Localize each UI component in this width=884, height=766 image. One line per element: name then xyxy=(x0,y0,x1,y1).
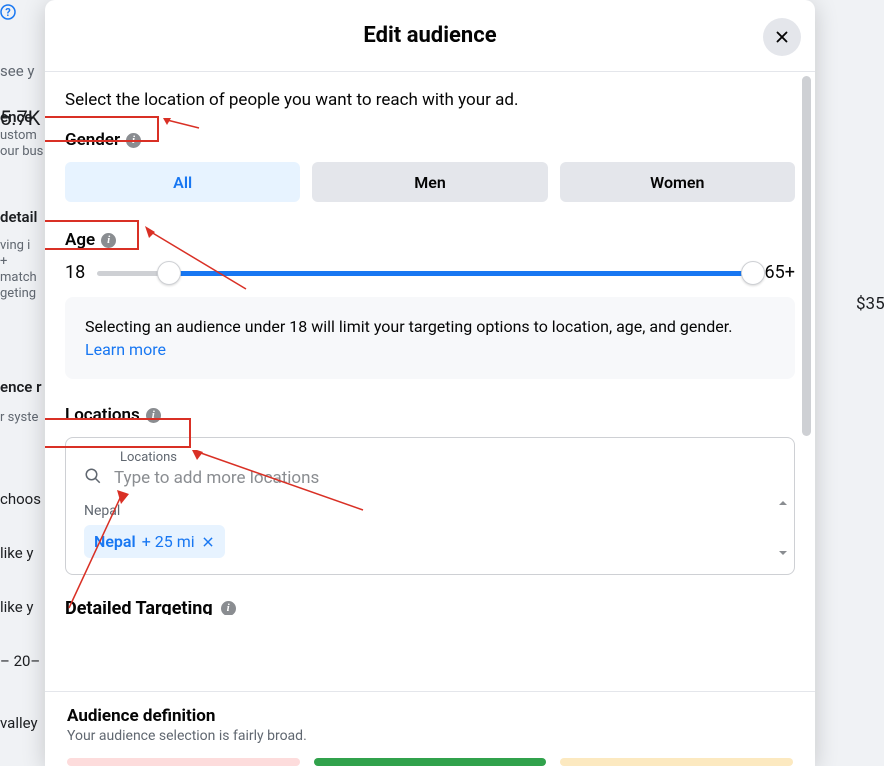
age-label-row: Age i xyxy=(65,230,795,250)
bg-text: choos xyxy=(0,490,41,508)
learn-more-link[interactable]: Learn more xyxy=(85,340,166,359)
close-icon xyxy=(773,28,791,46)
footer-title: Audience definition xyxy=(67,706,793,726)
locations-label-row: Locations i xyxy=(65,405,795,425)
bg-text: + xyxy=(0,254,7,269)
chip-name: Nepal xyxy=(94,532,136,551)
gender-options: All Men Women xyxy=(65,162,795,202)
search-icon xyxy=(84,467,102,489)
help-icon: ? xyxy=(0,4,16,20)
country-label: Nepal xyxy=(84,503,776,519)
bg-text: match xyxy=(0,270,37,285)
locations-mini-scrollbar[interactable] xyxy=(778,498,788,558)
svg-text:?: ? xyxy=(5,6,11,19)
locations-input[interactable] xyxy=(112,467,776,489)
bg-text: our bus xyxy=(0,144,43,159)
locations-box: Locations Nepal Nepal + 25 mi xyxy=(65,437,795,575)
age-label: Age xyxy=(65,230,95,250)
bg-text: r syste xyxy=(0,410,38,425)
info-icon[interactable]: i xyxy=(146,408,161,423)
info-icon[interactable]: i xyxy=(221,601,236,615)
slider-fill xyxy=(169,271,752,276)
age-slider[interactable] xyxy=(97,263,752,283)
slider-handle-max[interactable] xyxy=(741,261,765,285)
locations-field-label: Locations xyxy=(120,450,776,465)
modal-title: Edit audience xyxy=(363,23,496,48)
bg-text: geting xyxy=(0,286,36,301)
age-slider-row: 18 65+ xyxy=(65,262,795,283)
close-button[interactable] xyxy=(763,18,801,56)
detailed-targeting-row: Detailed Targeting i xyxy=(65,601,795,615)
bg-text: ving i xyxy=(0,238,30,253)
age-note-text: Selecting an audience under 18 will limi… xyxy=(85,317,732,336)
gender-men-button[interactable]: Men xyxy=(312,162,547,202)
edit-audience-modal: Edit audience Select the location of peo… xyxy=(45,0,815,766)
locations-label: Locations xyxy=(65,405,140,425)
bg-text: see y xyxy=(0,62,34,80)
info-icon[interactable]: i xyxy=(126,133,141,148)
location-chip[interactable]: Nepal + 25 mi xyxy=(84,525,225,558)
bg-text: valley xyxy=(0,714,38,732)
intro-text: Select the location of people you want t… xyxy=(65,90,795,110)
modal-header: Edit audience xyxy=(45,0,815,72)
gender-label: Gender xyxy=(65,130,120,150)
gender-all-button[interactable]: All xyxy=(65,162,300,202)
age-note-box: Selecting an audience under 18 will limi… xyxy=(65,297,795,379)
bg-text: detail xyxy=(0,208,37,226)
audience-meter xyxy=(67,758,793,766)
bg-price: $35 xyxy=(856,294,884,314)
chip-remove-icon[interactable] xyxy=(201,535,215,549)
scrollbar[interactable] xyxy=(802,76,811,436)
locations-input-row xyxy=(84,467,776,489)
slider-handle-min[interactable] xyxy=(157,261,181,285)
modal-body: Select the location of people you want t… xyxy=(45,72,815,691)
detailed-targeting-label: Detailed Targeting xyxy=(65,601,213,615)
meter-segment-specific xyxy=(67,758,300,766)
info-icon[interactable]: i xyxy=(101,233,116,248)
bg-text: – 20– xyxy=(0,652,40,670)
bg-text: ustom xyxy=(0,128,37,143)
audience-definition-footer: Audience definition Your audience select… xyxy=(45,691,815,766)
gender-women-button[interactable]: Women xyxy=(560,162,795,202)
footer-subtitle: Your audience selection is fairly broad. xyxy=(67,728,793,744)
gender-label-row: Gender i xyxy=(65,130,795,150)
meter-segment-good xyxy=(314,758,547,766)
age-max-value: 65+ xyxy=(765,262,795,283)
bg-text: ence r xyxy=(0,378,41,396)
bg-text: like y xyxy=(0,598,34,616)
chevron-down-icon xyxy=(778,548,788,558)
age-min-value: 18 xyxy=(65,262,85,283)
meter-segment-broad xyxy=(560,758,793,766)
chip-radius: + 25 mi xyxy=(142,532,195,551)
bg-text: like y xyxy=(0,544,34,562)
chevron-up-icon xyxy=(778,498,788,508)
